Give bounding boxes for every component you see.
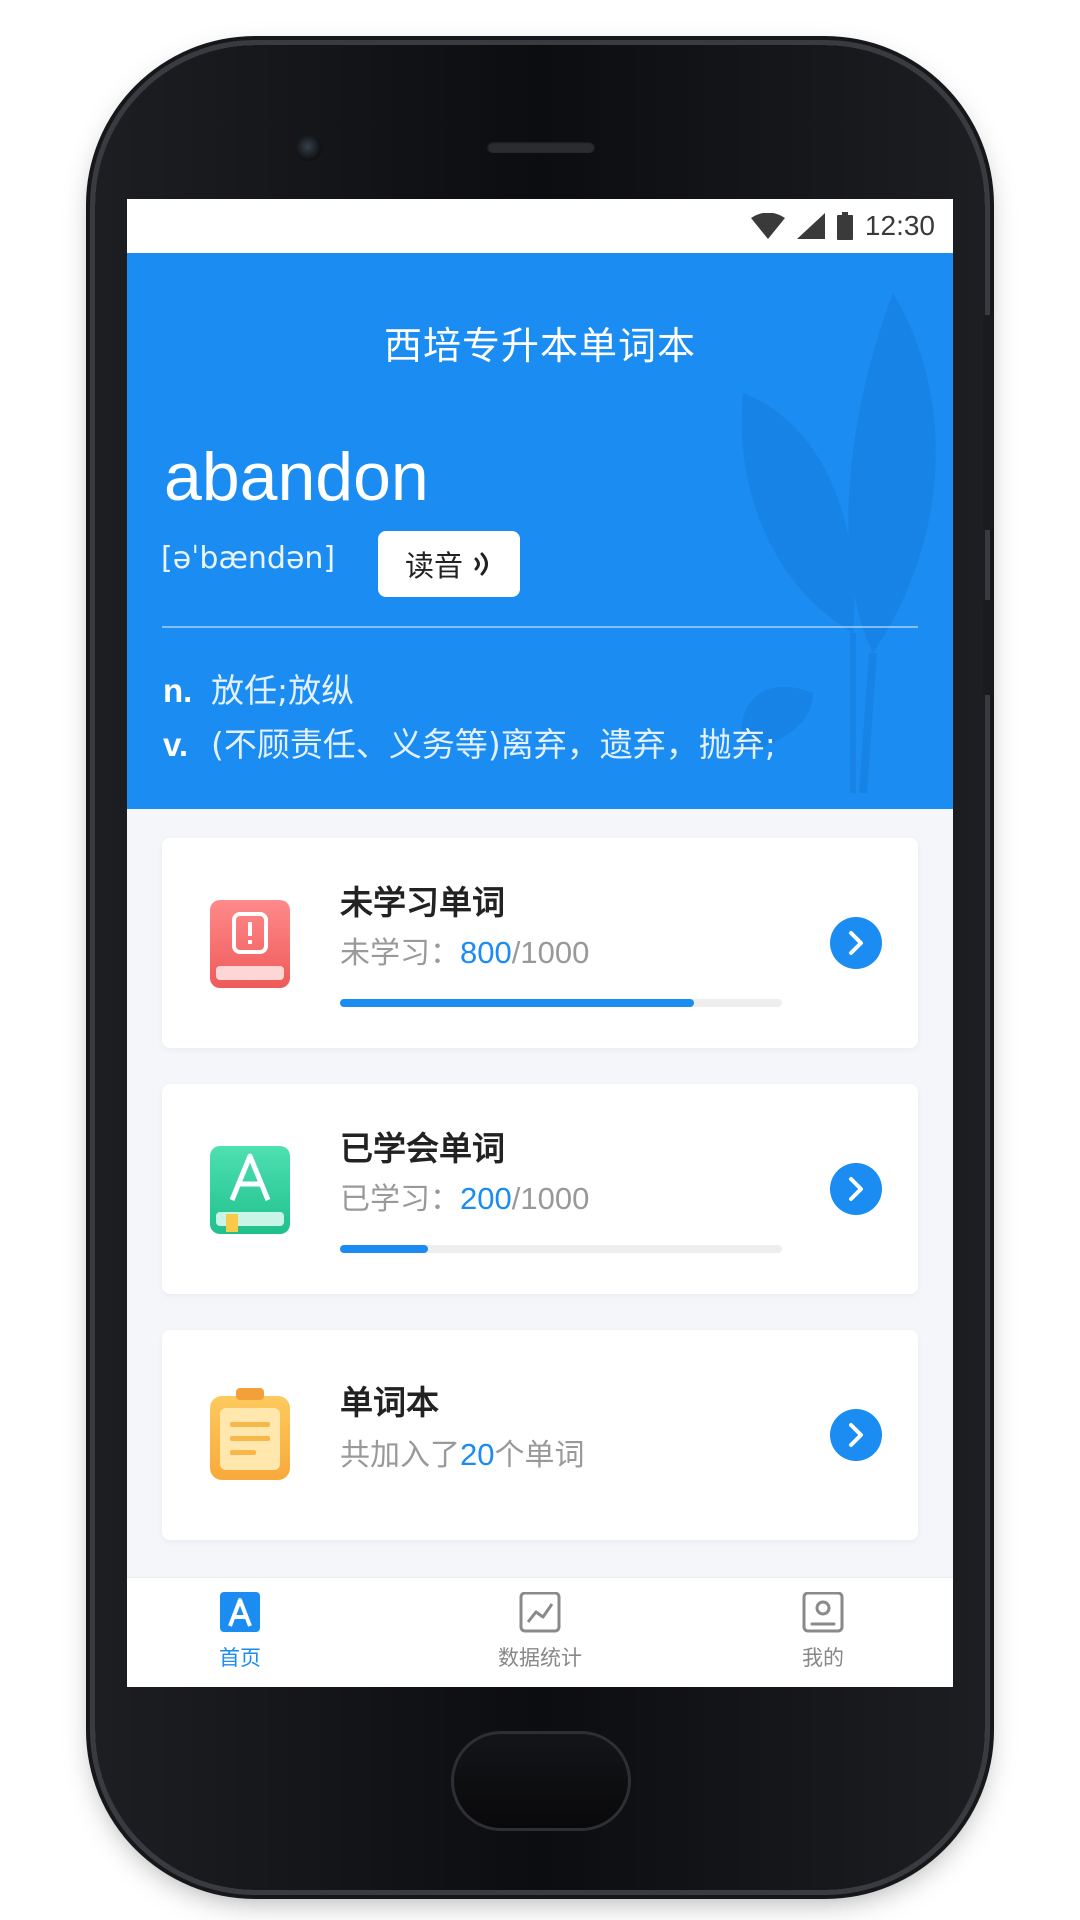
card-learned-words[interactable]: 已学会单词 已学习：200/1000 <box>162 1084 918 1294</box>
total-count: /1000 <box>511 935 590 970</box>
wifi-icon <box>750 213 785 239</box>
header-divider <box>162 626 918 628</box>
meaning-verb: v. (不顾责任、义务等)离弃，遗弃，抛弃; <box>163 718 776 766</box>
part-of-speech: v. <box>163 726 189 763</box>
card-title: 单词本 <box>340 1383 439 1422</box>
open-button[interactable] <box>830 1163 882 1215</box>
home-button[interactable] <box>451 1731 631 1831</box>
bottom-tab-bar: 首页 数据统计 我的 <box>127 1577 953 1687</box>
subtitle-prefix: 未学习： <box>340 936 460 971</box>
tab-statistics[interactable]: 数据统计 <box>460 1592 620 1682</box>
progress-fill <box>340 999 694 1007</box>
tab-label: 首页 <box>219 1646 261 1670</box>
cellular-signal-icon <box>796 213 825 239</box>
card-wordbook[interactable]: 单词本 共加入了20个单词 <box>162 1330 918 1540</box>
pronounce-button[interactable]: 读音 <box>378 531 520 597</box>
subtitle-prefix: 共加入了 <box>340 1438 460 1473</box>
open-button[interactable] <box>830 917 882 969</box>
subtitle-suffix: 个单词 <box>494 1438 585 1473</box>
profile-icon <box>802 1592 844 1633</box>
learned-count: 200 <box>460 1181 512 1216</box>
word-count: 20 <box>460 1437 495 1472</box>
volume-button <box>983 315 993 530</box>
pronounce-button-label: 读音 <box>404 549 463 583</box>
subtitle-prefix: 已学习： <box>340 1182 460 1217</box>
status-bar: 12:30 <box>127 199 953 253</box>
card-title: 已学会单词 <box>340 1129 505 1168</box>
card-title: 未学习单词 <box>340 883 505 922</box>
card-subtitle: 未学习：800/1000 <box>340 928 589 972</box>
progress-bar <box>340 1245 782 1253</box>
red-book-alert-icon <box>210 900 290 988</box>
app-screen: 12:30 西培专升本单词本 abandon [əˈbændən] 读音 n. 放… <box>127 199 953 1687</box>
part-of-speech: n. <box>163 672 193 709</box>
tab-profile[interactable]: 我的 <box>743 1592 903 1682</box>
yellow-clipboard-icon <box>210 1388 290 1480</box>
total-count: /1000 <box>511 1181 590 1216</box>
tab-label: 我的 <box>802 1646 844 1670</box>
chart-icon <box>519 1592 561 1633</box>
earpiece-speaker <box>487 141 595 153</box>
learned-count: 800 <box>460 935 512 970</box>
definition: 放任;放纵 <box>211 671 355 710</box>
progress-fill <box>340 1245 429 1253</box>
status-time: 12:30 <box>864 210 935 241</box>
chevron-right-icon <box>849 1177 863 1201</box>
word-header: 西培专升本单词本 abandon [əˈbændən] 读音 n. 放任;放纵 v… <box>127 253 953 809</box>
open-button[interactable] <box>830 1409 882 1461</box>
progress-bar <box>340 999 782 1007</box>
card-subtitle: 已学习：200/1000 <box>340 1174 589 1218</box>
word-headword: abandon <box>164 439 429 515</box>
card-unlearned-words[interactable]: 未学习单词 未学习：800/1000 <box>162 838 918 1048</box>
power-button <box>983 600 993 695</box>
green-book-letter-a-icon <box>210 1146 290 1234</box>
tab-home[interactable]: 首页 <box>160 1592 320 1682</box>
definition: (不顾责任、义务等)离弃，遗弃，抛弃; <box>211 725 776 764</box>
meaning-noun: n. 放任;放纵 <box>163 664 354 712</box>
front-camera <box>296 135 322 161</box>
chevron-right-icon <box>849 1423 863 1447</box>
chevron-right-icon <box>849 931 863 955</box>
battery-icon <box>836 212 853 240</box>
card-subtitle: 共加入了20个单词 <box>340 1430 584 1474</box>
tab-label: 数据统计 <box>498 1646 582 1670</box>
word-phonetic: [əˈbændən] <box>161 541 336 576</box>
sound-wave-icon <box>474 552 488 576</box>
home-letter-a-icon <box>220 1592 260 1632</box>
app-title: 西培专升本单词本 <box>383 324 696 368</box>
